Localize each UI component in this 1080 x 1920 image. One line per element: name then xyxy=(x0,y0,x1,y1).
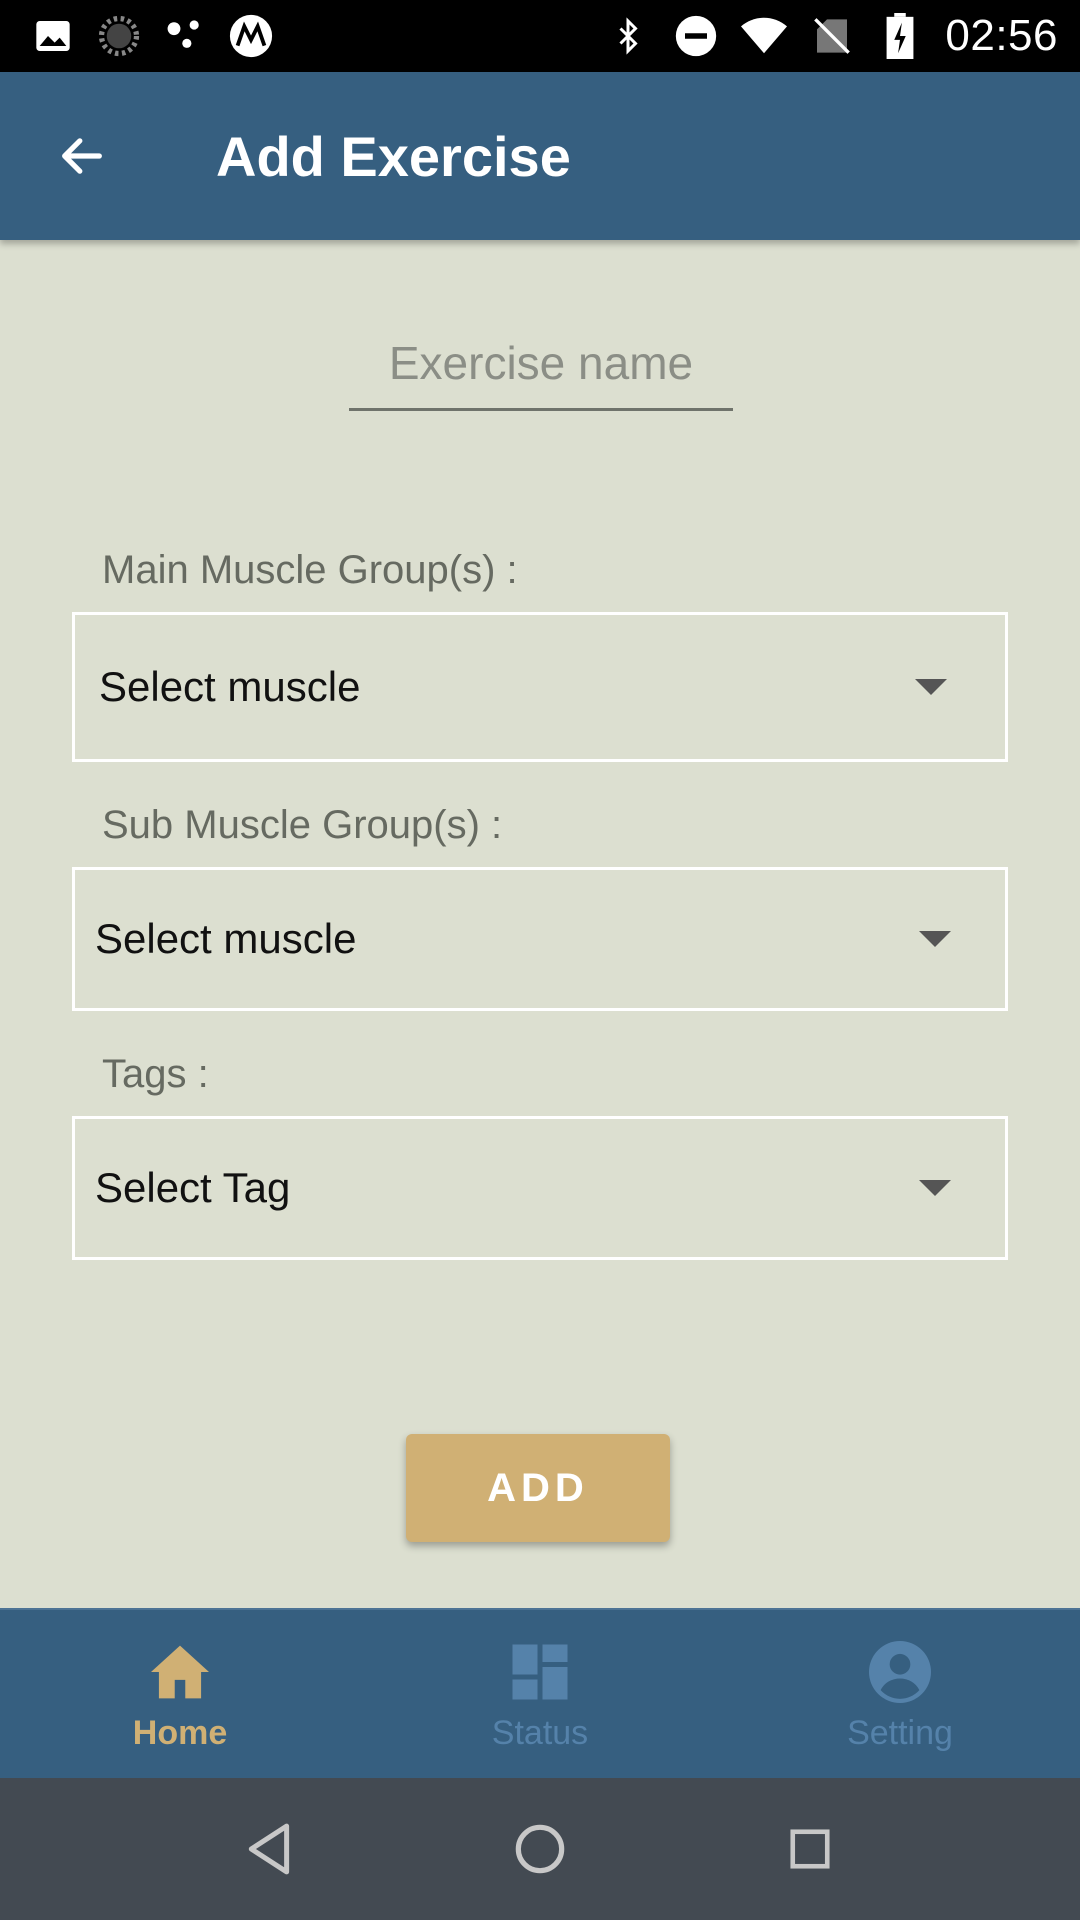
sub-muscle-value: Select muscle xyxy=(95,915,357,962)
nav-home[interactable]: Home xyxy=(0,1610,360,1780)
arrow-left-icon xyxy=(62,138,102,174)
triangle-back-icon xyxy=(248,1823,290,1875)
main-muscle-label: Main Muscle Group(s) : xyxy=(102,548,518,592)
exercise-name-input[interactable] xyxy=(349,326,733,408)
no-sim-icon xyxy=(809,13,855,59)
status-bar: 02:56 xyxy=(0,0,1080,72)
nav-setting[interactable]: Setting xyxy=(720,1610,1080,1780)
recents-nav-button[interactable] xyxy=(775,1814,845,1884)
nav-setting-label: Setting xyxy=(847,1714,953,1752)
do-not-disturb-icon xyxy=(673,13,719,59)
tags-value: Select Tag xyxy=(95,1164,291,1211)
main-muscle-value: Select muscle xyxy=(99,663,361,710)
add-button[interactable]: ADD xyxy=(406,1434,670,1542)
bluetooth-icon xyxy=(605,13,651,59)
exercise-name-field xyxy=(349,326,733,411)
dots-icon xyxy=(162,13,208,59)
battery-charging-icon xyxy=(877,13,923,59)
account-circle-icon xyxy=(868,1640,932,1704)
square-recents-icon xyxy=(790,1829,830,1869)
back-button[interactable] xyxy=(46,120,118,192)
nav-status-label: Status xyxy=(491,1714,589,1752)
chevron-down-icon xyxy=(919,931,951,947)
back-nav-button[interactable] xyxy=(235,1814,305,1884)
tags-select[interactable]: Select Tag xyxy=(72,1116,1008,1260)
spinner-icon xyxy=(96,13,142,59)
home-nav-button[interactable] xyxy=(505,1814,575,1884)
bottom-navigation: Home Status Setting xyxy=(0,1608,1080,1778)
image-icon xyxy=(30,13,76,59)
dashboard-icon xyxy=(508,1640,572,1704)
page-title: Add Exercise xyxy=(216,125,571,188)
main-muscle-select[interactable]: Select muscle xyxy=(72,612,1008,762)
chevron-down-icon xyxy=(915,679,947,695)
home-icon xyxy=(148,1640,212,1704)
wifi-icon xyxy=(741,13,788,59)
tags-label: Tags : xyxy=(102,1052,209,1096)
sub-muscle-select[interactable]: Select muscle xyxy=(72,867,1008,1011)
motorola-icon xyxy=(228,13,274,59)
chevron-down-icon xyxy=(919,1180,951,1196)
clock: 02:56 xyxy=(945,11,1058,60)
sub-muscle-label: Sub Muscle Group(s) : xyxy=(102,803,503,847)
circle-home-icon xyxy=(515,1824,565,1874)
nav-home-label: Home xyxy=(132,1714,228,1752)
nav-status[interactable]: Status xyxy=(360,1610,720,1780)
system-nav-bar xyxy=(0,1778,1080,1920)
app-bar: Add Exercise xyxy=(0,72,1080,240)
